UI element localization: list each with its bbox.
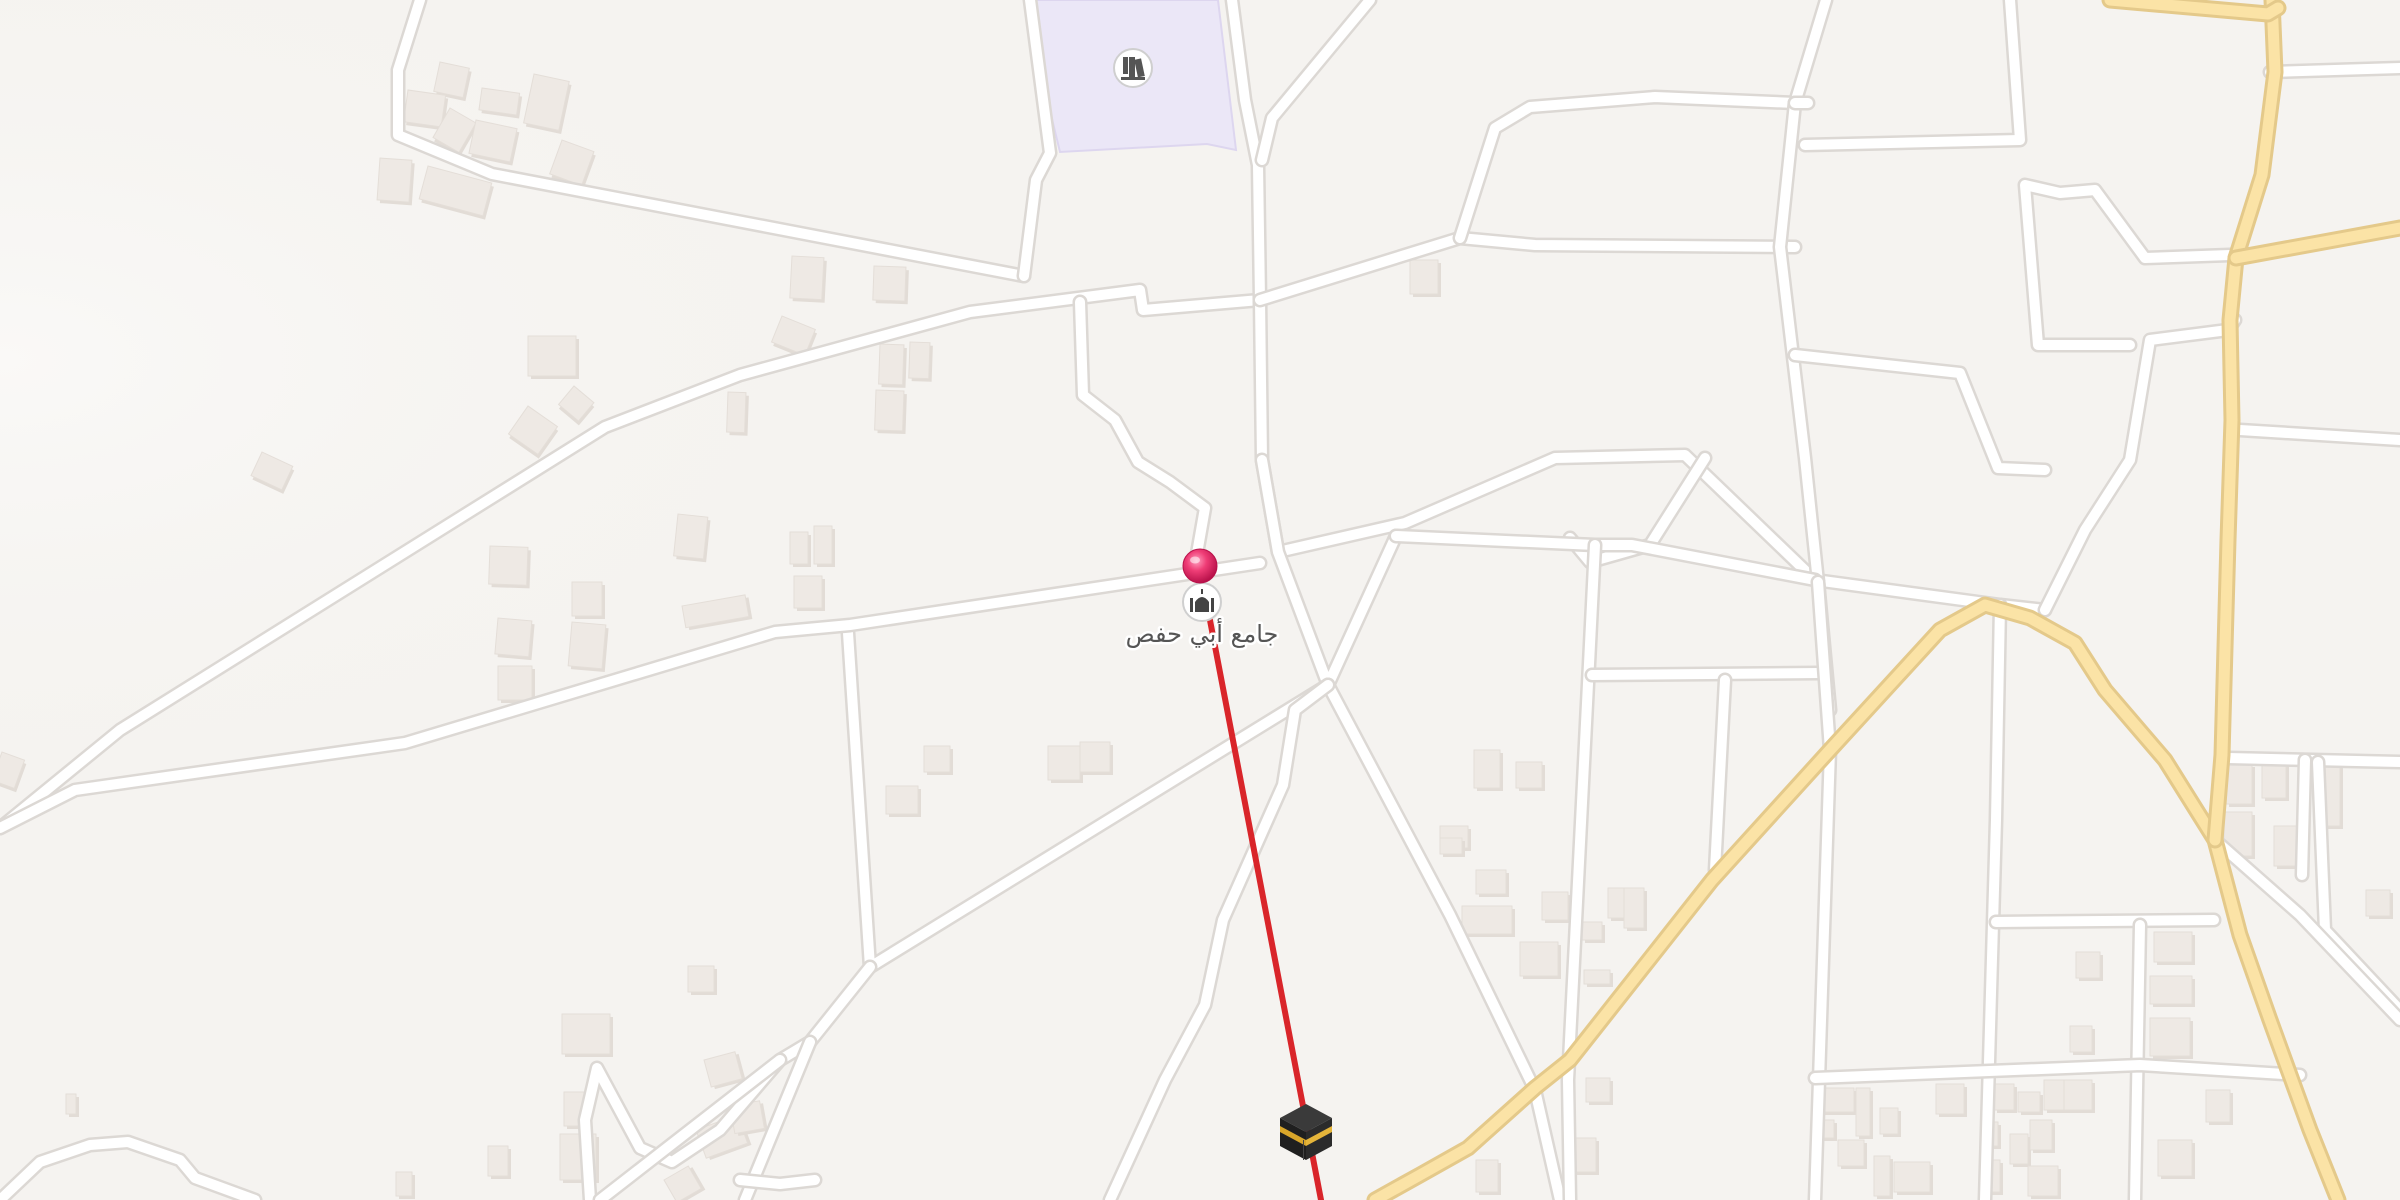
building [1993, 1083, 2017, 1113]
road [1587, 668, 1825, 680]
building [1409, 259, 1441, 297]
building [487, 1145, 511, 1179]
building [2027, 1165, 2061, 1199]
building [2149, 975, 2195, 1007]
building [1519, 941, 1561, 979]
building [65, 1093, 79, 1117]
building [1935, 1083, 1967, 1117]
road [2265, 63, 2400, 77]
building [567, 621, 609, 673]
building [395, 1171, 415, 1199]
road [1991, 915, 2219, 927]
building [1461, 905, 1515, 937]
building [488, 545, 531, 589]
building [1581, 921, 1605, 943]
building [1541, 891, 1571, 923]
building [1047, 745, 1083, 783]
building [2205, 1089, 2233, 1125]
building [2157, 1139, 2195, 1179]
building [789, 255, 827, 303]
building [878, 343, 907, 388]
location-pin[interactable] [1182, 548, 1218, 584]
building [497, 665, 535, 703]
building [908, 341, 933, 382]
building [1873, 1155, 1893, 1199]
building [2225, 763, 2255, 807]
building [2029, 1119, 2055, 1153]
mosque-label[interactable]: جامع أبي حفص [1123, 616, 1281, 651]
building [527, 335, 579, 379]
building [2069, 1025, 2095, 1055]
library-poi[interactable] [1113, 48, 1153, 88]
building [2153, 931, 2195, 965]
building [2365, 889, 2393, 919]
building [874, 389, 907, 435]
building [813, 525, 835, 567]
building [1475, 1159, 1501, 1195]
building [1515, 761, 1545, 791]
building [923, 745, 953, 775]
building [1079, 741, 1113, 775]
building [1855, 1087, 1873, 1139]
building [1623, 887, 1647, 931]
building [2261, 761, 2289, 801]
building [793, 575, 825, 611]
building [376, 157, 415, 206]
building [2149, 1017, 2193, 1059]
map-view[interactable]: جامع أبي حفص [0, 0, 2400, 1200]
building [1475, 869, 1509, 897]
map-canvas[interactable]: جامع أبي حفص [0, 0, 2400, 1200]
mosque-poi[interactable] [1182, 582, 1222, 622]
road [2297, 755, 2310, 880]
building [1583, 969, 1613, 987]
building [561, 1013, 613, 1057]
building [1585, 1077, 1613, 1105]
building [885, 785, 921, 817]
building [673, 513, 711, 563]
location-pin-icon [1182, 548, 1218, 584]
building [872, 265, 909, 305]
building [687, 965, 717, 995]
building [494, 617, 535, 661]
building [1439, 837, 1465, 857]
building [2063, 1079, 2095, 1113]
building [1879, 1107, 1901, 1137]
building [2075, 951, 2103, 981]
road [735, 1175, 820, 1189]
building [1473, 749, 1503, 791]
building [571, 581, 605, 619]
building [1893, 1161, 1933, 1195]
building [2009, 1133, 2031, 1167]
building [726, 391, 749, 436]
building [2017, 1091, 2043, 1115]
building [789, 531, 811, 567]
building [1837, 1139, 1867, 1169]
